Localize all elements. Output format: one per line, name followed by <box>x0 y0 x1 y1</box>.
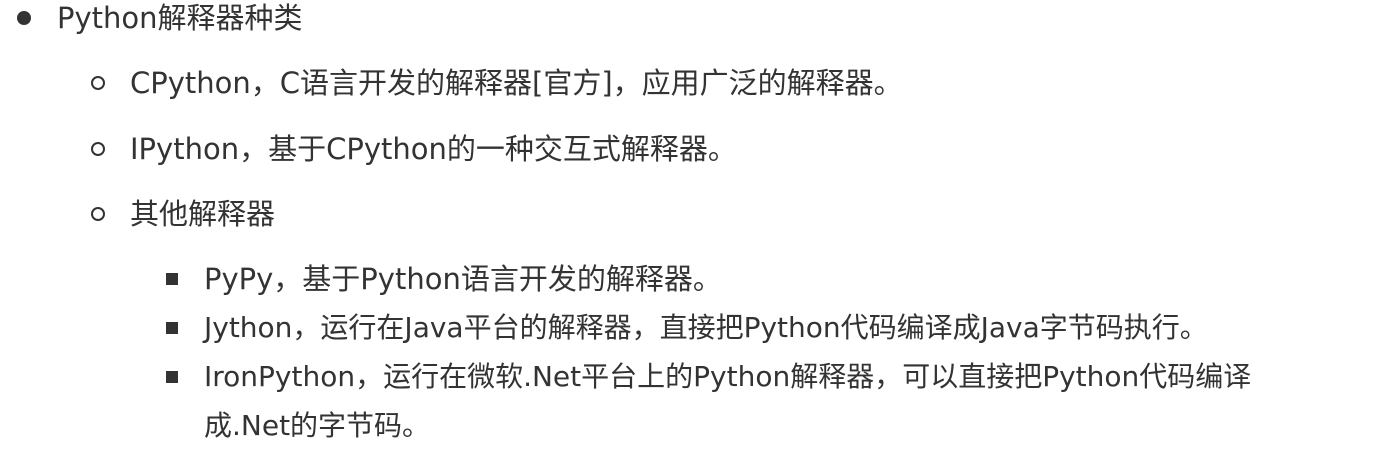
sub-item-ironpython-line2: 成.Net的字节码。 <box>204 409 431 442</box>
sub-item-jython: Jython，运行在Java平台的解释器，直接把Python代码编译成Java字… <box>204 311 1208 344</box>
bullet-square-icon <box>166 322 178 334</box>
sub-item-pypy: PyPy，基于Python语言开发的解释器。 <box>204 262 722 296</box>
list-item-cpython: CPython，C语言开发的解释器[官方]，应用广泛的解释器。 <box>130 66 903 100</box>
bullet-square-icon <box>166 273 178 285</box>
list-item-others: 其他解释器 <box>130 197 276 231</box>
bullet-square-icon <box>166 371 178 383</box>
sub-item-ironpython-line1: IronPython，运行在微软.Net平台上的Python解释器，可以直接把P… <box>204 360 1252 393</box>
list-title: Python解释器种类 <box>57 1 303 35</box>
bullet-circle-icon <box>91 207 105 221</box>
list-item-ipython: IPython，基于CPython的一种交互式解释器。 <box>130 132 737 166</box>
bullet-circle-icon <box>91 142 105 156</box>
bullet-circle-icon <box>91 76 105 90</box>
bullet-disc-icon <box>17 11 31 25</box>
